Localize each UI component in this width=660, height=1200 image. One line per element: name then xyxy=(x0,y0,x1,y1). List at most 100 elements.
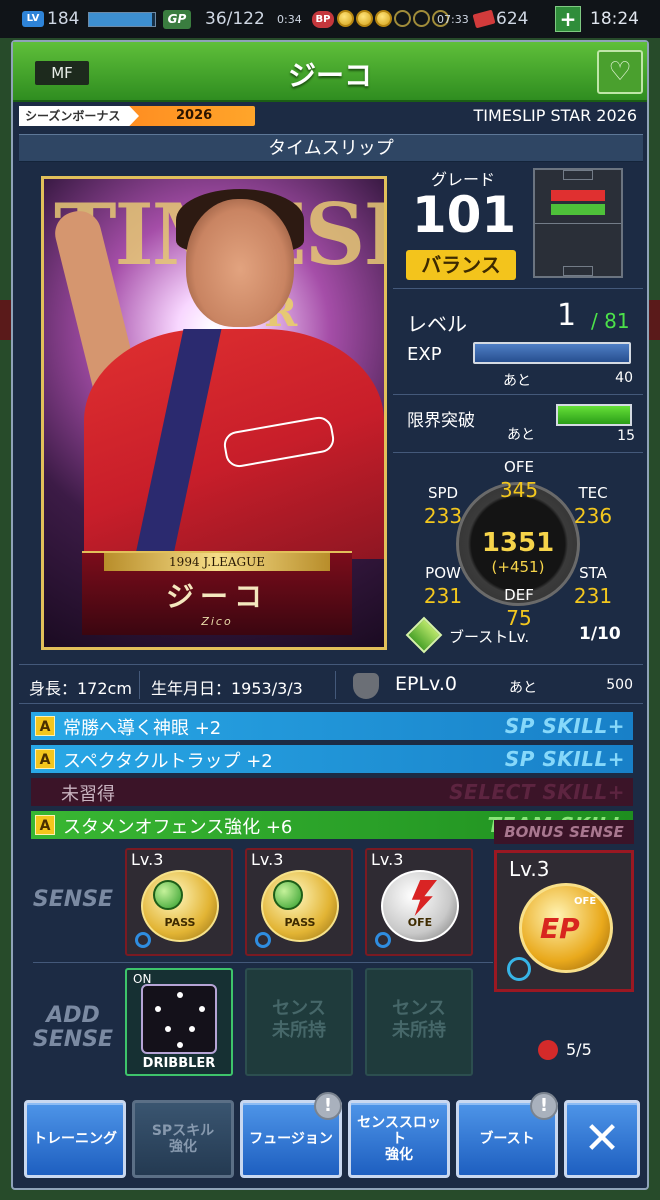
sense-level: Lv.3 xyxy=(131,850,164,869)
pass-sense-icon: PASS xyxy=(261,870,339,942)
ep-remaining: 500 xyxy=(606,677,633,693)
card-league: 1994 J.LEAGUE xyxy=(104,553,330,571)
limit-break-remaining-label: あと xyxy=(507,427,535,443)
divider xyxy=(33,962,493,963)
stat-def-label: DEF xyxy=(504,586,534,604)
level-badge: LV xyxy=(22,11,44,27)
soccer-ball-icon xyxy=(153,880,183,910)
bp-dot-filled xyxy=(375,10,392,27)
exp-remaining: 40 xyxy=(615,370,633,386)
bonus-sense-slot[interactable]: Lv.3 EP OFE xyxy=(494,850,634,992)
bp-indicator xyxy=(337,10,449,27)
add-sense-slot-empty[interactable]: センス 未所持 xyxy=(245,968,353,1076)
skill-rank-badge: A xyxy=(35,716,55,736)
add-sense-slot[interactable]: ON DRIBBLER xyxy=(125,968,233,1076)
stat-tec-label: TEC xyxy=(578,484,608,502)
sense-slot-upgrade-label: センススロット 強化 xyxy=(351,1115,447,1163)
season-bonus-year: 2026 xyxy=(176,108,213,123)
player-level: 184 xyxy=(47,9,80,29)
bonus-emblem-label: EP xyxy=(540,912,580,945)
ep-remaining-label: あと xyxy=(509,680,537,696)
sense-emblem-label: OFE xyxy=(407,916,433,929)
bp-dot-empty xyxy=(413,10,430,27)
bp-badge: BP xyxy=(312,11,334,28)
sp-skill-upgrade-button[interactable]: SPスキル 強化 xyxy=(132,1100,234,1178)
exp-label: EXP xyxy=(407,344,442,365)
fusion-alert-icon: ! xyxy=(314,1092,342,1120)
sense-ring-icon xyxy=(375,932,391,948)
sense-slot[interactable]: Lv.3 OFE xyxy=(365,848,473,956)
player-detail-panel: MF ジーコ ♡ シーズンボーナス 2026 TIMESLIP STAR 202… xyxy=(11,40,649,1190)
sense-ring-icon xyxy=(135,932,151,948)
add-sense-empty-text: センス 未所持 xyxy=(367,998,471,1042)
stat-pow-value: 231 xyxy=(423,584,463,608)
close-button[interactable]: ✕ xyxy=(564,1100,640,1178)
sense-slot-upgrade-line1: センススロット xyxy=(357,1115,441,1147)
add-sense-empty-line2: 未所持 xyxy=(392,1020,446,1041)
sense-slot[interactable]: Lv.3 PASS xyxy=(245,848,353,956)
stat-bonus: (+451) xyxy=(491,558,545,576)
soccer-ball-icon xyxy=(273,880,303,910)
boost-level-label: ブーストLv. xyxy=(449,628,530,646)
sp-skill-upgrade-line2: 強化 xyxy=(169,1139,197,1155)
divider xyxy=(393,288,643,289)
level-label: レベル xyxy=(407,312,467,336)
sense-emblem-label: PASS xyxy=(284,916,316,929)
stat-tec-value: 236 xyxy=(573,504,613,528)
skill-row-unlearned[interactable]: 未習得 SELECT SKILL+ xyxy=(31,778,633,806)
exp-remaining-label: あと xyxy=(503,373,531,389)
ofe-sense-icon: OFE xyxy=(381,870,459,942)
sense-slot-upgrade-line2: 強化 xyxy=(385,1147,413,1163)
bp-dot-filled xyxy=(356,10,373,27)
skill-row[interactable]: A スペクタクルトラップ +2 SP SKILL+ xyxy=(31,745,633,773)
gp-badge: GP xyxy=(163,10,191,29)
favorite-button[interactable]: ♡ xyxy=(597,50,643,94)
stat-total: 1351 xyxy=(481,528,555,558)
skill-row[interactable]: A 常勝へ導く神眼 +2 SP SKILL+ xyxy=(31,712,633,740)
stat-sta-value: 231 xyxy=(573,584,613,608)
add-currency-button[interactable]: + xyxy=(555,6,581,32)
add-sense-name: DRIBBLER xyxy=(142,1056,216,1071)
position-pitch-map xyxy=(533,168,623,278)
divider xyxy=(393,452,643,453)
sense-slot-upgrade-button[interactable]: センススロット 強化 xyxy=(348,1100,450,1178)
add-sense-slot-empty[interactable]: センス 未所持 xyxy=(365,968,473,1076)
season-bonus-badge: シーズンボーナス 2026 xyxy=(19,106,255,126)
level-value: 1 xyxy=(557,298,577,333)
ep-sense-icon: EP OFE xyxy=(519,883,613,973)
sense-label: SENSE xyxy=(32,887,114,912)
boost-level-value: 1/10 xyxy=(579,624,621,644)
limit-break-bar xyxy=(556,404,632,426)
training-button[interactable]: トレーニング xyxy=(24,1100,126,1178)
skill-type: SP SKILL+ xyxy=(504,747,625,771)
clock: 18:24 xyxy=(590,9,639,29)
skill-name: 未習得 xyxy=(61,784,115,805)
sense-ring-icon xyxy=(255,932,271,948)
training-button-label: トレーニング xyxy=(33,1131,117,1147)
divider xyxy=(335,671,336,699)
add-sense-label-line2: SENSE xyxy=(32,1027,114,1052)
divider xyxy=(139,671,140,699)
ticket-icon xyxy=(472,9,496,29)
sense-level: Lv.3 xyxy=(251,850,284,869)
sense-level: Lv.3 xyxy=(371,850,404,869)
add-sense-label-line1: ADD xyxy=(46,1003,100,1028)
level-progress-bar xyxy=(88,12,156,27)
level-max: / 81 xyxy=(591,309,630,333)
card-player-name: ジーコ xyxy=(165,580,268,613)
grade-value: 101 xyxy=(411,186,517,244)
bp-timer: 07:33 xyxy=(437,13,469,26)
season-row: シーズンボーナス 2026 TIMESLIP STAR 2026 xyxy=(19,106,643,128)
player-face xyxy=(186,199,294,327)
sense-slot[interactable]: Lv.3 PASS xyxy=(125,848,233,956)
lightning-icon xyxy=(411,880,437,916)
stat-spd-value: 233 xyxy=(423,504,463,528)
add-sense-empty-line1: センス xyxy=(272,998,326,1019)
pass-sense-icon: PASS xyxy=(141,870,219,942)
limit-break-label: 限界突破 xyxy=(407,411,475,431)
player-card-image[interactable]: TIMESLIP R 1994 J.LEAGUE ジーコ Zico xyxy=(41,176,387,650)
player-type-badge: バランス xyxy=(406,250,516,280)
divider xyxy=(393,394,643,395)
panel-header: MF ジーコ ♡ xyxy=(13,42,647,102)
network-icon xyxy=(141,984,217,1054)
